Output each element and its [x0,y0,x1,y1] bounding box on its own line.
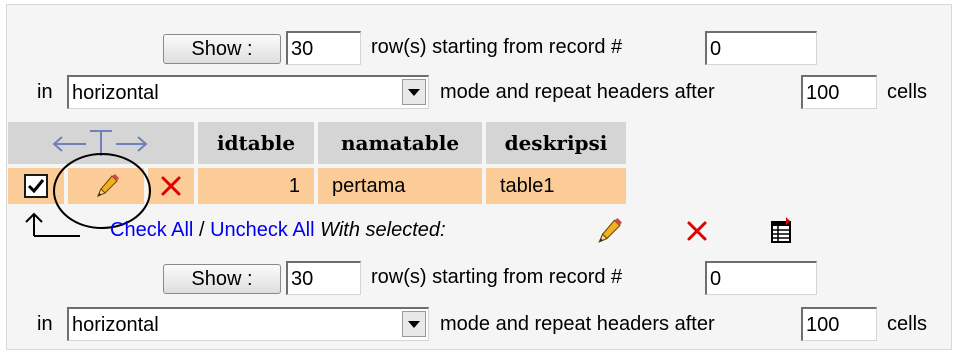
edit-selected-pencil-icon[interactable] [593,216,623,246]
row-checkbox[interactable] [24,174,48,198]
arrow-up-corner-icon [25,212,80,237]
display-mode-select-bottom[interactable]: horizontal [67,307,429,341]
delete-icon[interactable] [158,173,184,199]
column-header-deskripsi[interactable]: deskripsi [486,122,626,164]
show-button-top[interactable]: Show : [163,34,281,64]
cells-label-bottom: cells [887,313,928,335]
cell-namatable: pertama [318,168,482,204]
show-button-bottom[interactable]: Show : [163,264,281,294]
repeat-headers-label-bottom: mode and repeat headers after [440,313,715,335]
selection-separator: / [198,219,205,241]
repeat-headers-label-top: mode and repeat headers after [440,81,715,103]
export-selected-icon[interactable] [767,216,795,244]
in-label-bottom: in [37,313,53,335]
display-mode-value-top: horizontal [72,82,159,104]
delete-selected-icon[interactable] [684,218,710,244]
check-all-link[interactable]: Check All [110,219,193,241]
column-header-namatable[interactable]: namatable [318,122,482,164]
uncheck-all-link[interactable]: Uncheck All [210,219,315,241]
cell-namatable-value: pertama [332,174,406,197]
repeat-headers-input-bottom[interactable]: 100 [801,307,877,341]
repeat-headers-input-top[interactable]: 100 [801,75,877,109]
rows-starting-label-top: row(s) starting from record # [371,36,623,58]
rows-count-input-bottom[interactable]: 30 [286,261,361,295]
rows-count-input-top[interactable]: 30 [286,31,361,65]
column-header-idtable[interactable]: idtable [198,122,314,164]
display-mode-value-bottom: horizontal [72,314,159,336]
rows-starting-label-bottom: row(s) starting from record # [371,266,623,288]
chevron-down-icon[interactable] [402,311,426,337]
selection-links: Check All / Uncheck All With selected: [110,219,446,242]
start-record-input-bottom[interactable]: 0 [705,261,817,295]
display-mode-select-top[interactable]: horizontal [67,75,429,109]
cell-deskripsi-value: table1 [500,174,555,197]
with-selected-label: With selected: [320,219,446,241]
cells-label-top: cells [887,81,928,103]
chevron-down-icon[interactable] [402,79,426,105]
cell-idtable: 1 [198,168,314,204]
delete-row-cell[interactable] [148,168,194,204]
start-record-input-top[interactable]: 0 [705,31,817,65]
in-label-top: in [37,81,53,103]
cell-idtable-value: 1 [288,174,300,197]
cell-deskripsi: table1 [486,168,626,204]
check-icon [27,179,45,194]
